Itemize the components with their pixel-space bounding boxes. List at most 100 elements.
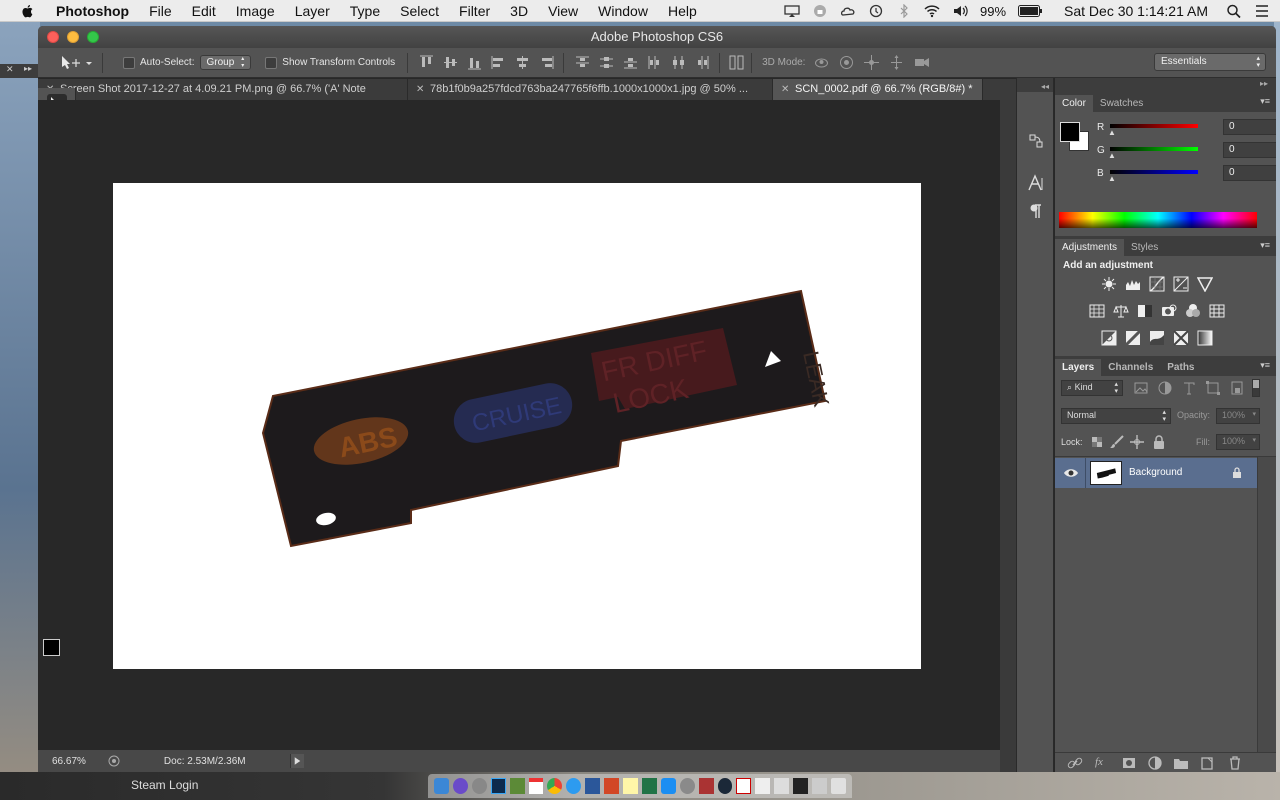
brightness-contrast-icon[interactable]	[1101, 276, 1117, 292]
lock-all-icon[interactable]	[1151, 434, 1167, 450]
wifi-icon[interactable]	[924, 4, 940, 18]
status-menu-arrow-icon[interactable]	[289, 754, 304, 768]
trash-dock-icon[interactable]	[830, 778, 846, 794]
document-tab[interactable]: ✕ Screen Shot 2017-12-27 at 4.09.21 PM.p…	[38, 79, 408, 100]
green-value-field[interactable]: 0	[1223, 142, 1276, 158]
terminal-dock-icon[interactable]	[793, 778, 809, 794]
3d-scale-icon[interactable]	[913, 54, 930, 71]
tool-preset-picker[interactable]	[56, 52, 96, 74]
expand-arrows-icon[interactable]: ▸▸	[24, 64, 32, 73]
invert-icon[interactable]	[1101, 330, 1117, 346]
exposure-icon[interactable]	[1173, 276, 1189, 292]
document-tab-active[interactable]: ✕ SCN_0002.pdf @ 66.7% (RGB/8#) *	[773, 79, 983, 100]
new-group-icon[interactable]	[1173, 755, 1189, 771]
slider-thumb-icon[interactable]: ▲	[1108, 174, 1116, 183]
3d-slide-icon[interactable]	[888, 54, 905, 71]
document-tab[interactable]: ✕ 78b1f0b9a257fdcd763ba247765f6ffb.1000x…	[408, 79, 773, 100]
menu-edit[interactable]: Edit	[182, 0, 226, 22]
slider-thumb-icon[interactable]: ▲	[1108, 151, 1116, 160]
workspace-switcher[interactable]: Essentials ▴ ▾	[1154, 53, 1266, 71]
filter-toggle-switch[interactable]	[1252, 379, 1260, 397]
show-transform-checkbox[interactable]	[265, 56, 278, 69]
bluetooth-icon[interactable]	[896, 4, 912, 18]
layer-row-background[interactable]: Background	[1055, 458, 1257, 488]
align-vcenter-icon[interactable]	[442, 54, 459, 71]
menu-photoshop[interactable]: Photoshop	[50, 0, 139, 22]
menu-type[interactable]: Type	[340, 0, 390, 22]
lock-transparent-icon[interactable]	[1089, 434, 1105, 450]
menu-view[interactable]: View	[538, 0, 588, 22]
delete-layer-icon[interactable]	[1227, 755, 1243, 771]
tab-paths[interactable]: Paths	[1160, 359, 1201, 376]
vertical-scrollbar[interactable]	[1000, 100, 1016, 772]
auto-select-dropdown[interactable]: Group	[200, 55, 252, 70]
distribute-right-icon[interactable]	[694, 54, 711, 71]
proof-setup-icon[interactable]	[108, 755, 120, 767]
filter-adjustment-icon[interactable]	[1157, 380, 1173, 396]
filter-shape-icon[interactable]	[1205, 380, 1221, 396]
layer-style-icon[interactable]: fx	[1095, 756, 1103, 768]
document-canvas[interactable]: ABS CRUISE FR DIFF LOCK LEAK	[113, 183, 921, 669]
steam-login-label[interactable]: Steam Login	[131, 778, 198, 792]
distribute-bottom-icon[interactable]	[622, 54, 639, 71]
word-dock-icon[interactable]	[585, 778, 601, 794]
green-slider-track[interactable]	[1110, 147, 1198, 151]
blend-mode-select[interactable]: Normal ▴ ▾	[1061, 408, 1171, 424]
menu-select[interactable]: Select	[390, 0, 449, 22]
chrome-dock-icon[interactable]	[547, 778, 563, 794]
menu-help[interactable]: Help	[658, 0, 707, 22]
time-machine-icon[interactable]	[868, 4, 884, 18]
safari-dock-icon[interactable]	[566, 778, 582, 794]
tab-adjustments[interactable]: Adjustments	[1055, 239, 1125, 256]
link-layers-icon[interactable]	[1067, 755, 1083, 771]
foreground-color-swatch[interactable]	[43, 639, 60, 656]
menu-window[interactable]: Window	[588, 0, 658, 22]
blue-slider-track[interactable]	[1110, 170, 1198, 174]
gradient-map-icon[interactable]	[1197, 330, 1213, 346]
filter-pixel-icon[interactable]	[1133, 380, 1149, 396]
menu-image[interactable]: Image	[226, 0, 285, 22]
battery-icon[interactable]	[1018, 5, 1043, 17]
tab-styles[interactable]: Styles	[1124, 239, 1165, 256]
distribute-left-icon[interactable]	[646, 54, 663, 71]
finder-dock-icon[interactable]	[434, 778, 449, 794]
menu-file[interactable]: File	[139, 0, 182, 22]
fill-field[interactable]: 100% ▾	[1216, 434, 1260, 450]
excel-dock-icon[interactable]	[641, 778, 657, 794]
new-layer-icon[interactable]	[1199, 755, 1215, 771]
selective-color-icon[interactable]	[1173, 330, 1189, 346]
window-maximize-button[interactable]	[87, 31, 99, 43]
opacity-field[interactable]: 100% ▾	[1216, 408, 1260, 424]
vibrance-icon[interactable]	[1197, 276, 1213, 292]
panel-foreground-swatch[interactable]	[1060, 122, 1080, 142]
acrobat-dock-icon[interactable]	[736, 778, 752, 794]
auto-align-layers-icon[interactable]	[728, 54, 745, 71]
notification-center-icon[interactable]	[1254, 4, 1270, 18]
history-panel-icon[interactable]	[1027, 132, 1045, 150]
align-bottom-icon[interactable]	[466, 54, 483, 71]
paragraph-panel-icon[interactable]	[1027, 202, 1045, 220]
filter-smart-object-icon[interactable]	[1229, 380, 1245, 396]
hue-saturation-icon[interactable]	[1089, 303, 1105, 319]
tab-swatches[interactable]: Swatches	[1093, 95, 1150, 112]
3d-roll-icon[interactable]	[838, 54, 855, 71]
panel-menu-icon[interactable]: ▾≡	[1260, 96, 1270, 107]
black-white-icon[interactable]	[1137, 303, 1153, 319]
volume-icon[interactable]	[952, 4, 968, 18]
panels-collapse-bar[interactable]: ▸▸	[1055, 78, 1276, 92]
new-adjustment-layer-icon[interactable]	[1147, 755, 1163, 771]
launchpad-dock-icon[interactable]	[471, 778, 487, 794]
layers-scrollbar[interactable]	[1257, 457, 1276, 772]
notes-dock-icon[interactable]	[623, 778, 638, 794]
photoshop-dock-icon[interactable]	[490, 778, 506, 794]
preferences-dock-icon[interactable]	[679, 778, 695, 794]
tab-channels[interactable]: Channels	[1101, 359, 1160, 376]
menu-layer[interactable]: Layer	[285, 0, 340, 22]
spotlight-search-icon[interactable]	[1226, 4, 1242, 18]
close-tab-icon[interactable]: ✕	[416, 79, 424, 100]
tab-layers[interactable]: Layers	[1055, 359, 1102, 376]
panel-menu-icon[interactable]: ▾≡	[1260, 240, 1270, 251]
powerpoint-dock-icon[interactable]	[604, 778, 620, 794]
filter-type-icon[interactable]	[1181, 380, 1197, 396]
calendar-dock-icon[interactable]	[528, 778, 544, 794]
